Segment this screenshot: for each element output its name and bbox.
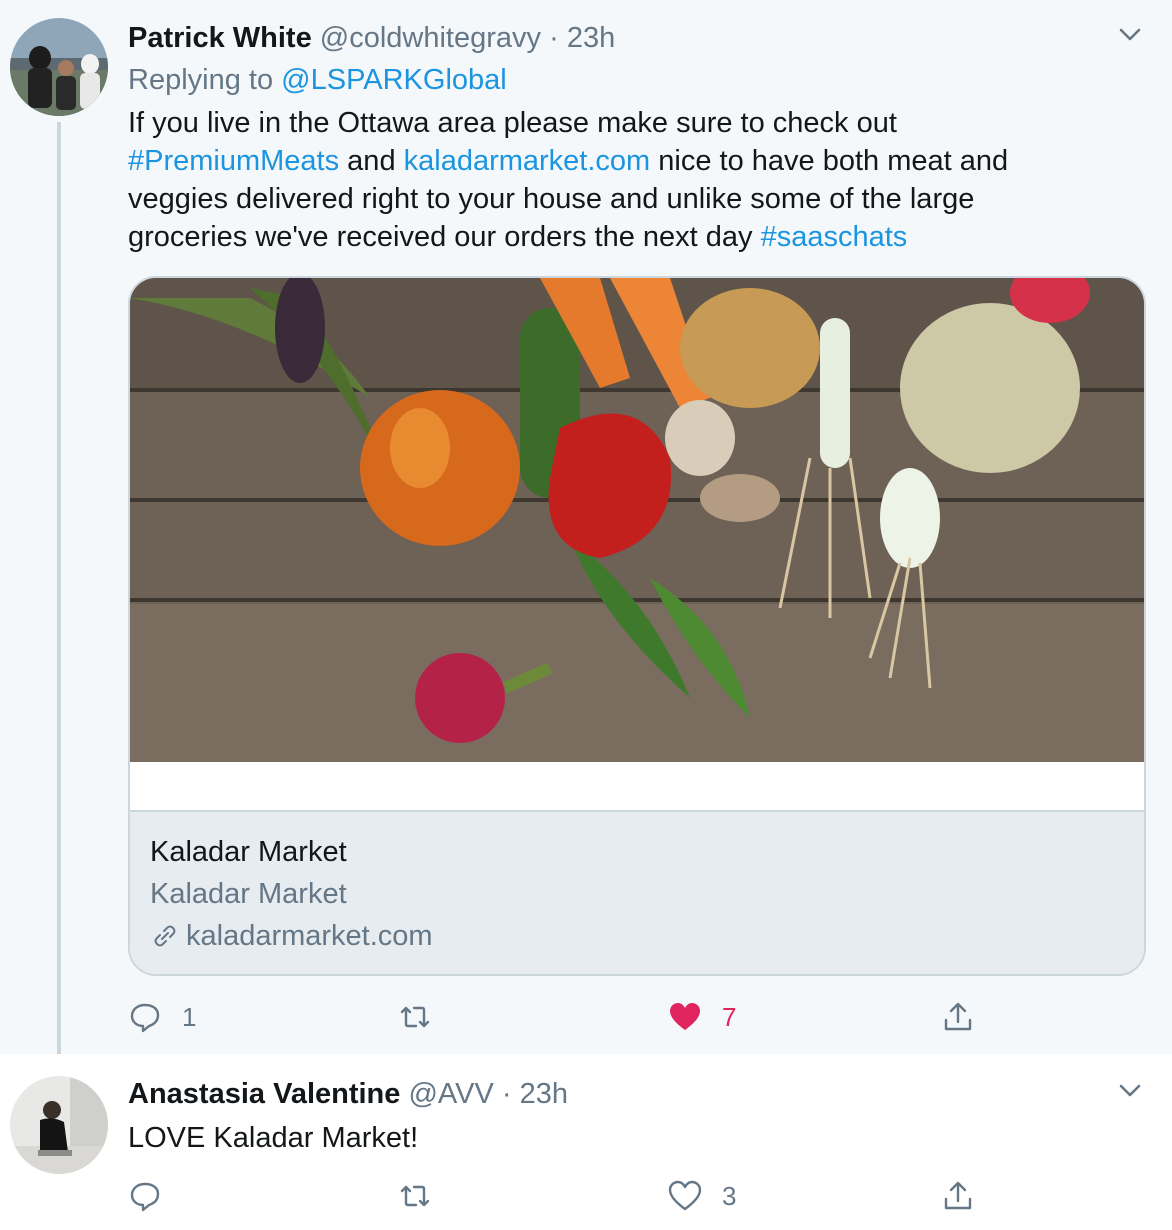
tweet-actions: 3 <box>128 1176 1128 1216</box>
reply-icon <box>128 1000 162 1034</box>
like-count: 7 <box>722 1001 737 1032</box>
tweet-anastasia-valentine[interactable]: Anastasia Valentine @AVV · 23h LOVE Kala… <box>0 1054 1172 1230</box>
separator-dot: · <box>501 1078 512 1110</box>
reply-button[interactable]: 1 <box>128 997 196 1037</box>
display-name[interactable]: Anastasia Valentine <box>128 1078 400 1110</box>
card-description: Kaladar Market <box>150 878 347 910</box>
retweet-icon <box>398 1179 432 1213</box>
body-line-1: If you live in the Ottawa area please ma… <box>128 107 897 139</box>
thread-connector-line <box>57 122 61 1066</box>
separator-dot: · <box>549 22 559 54</box>
heart-icon <box>668 1179 702 1213</box>
user-handle[interactable]: @coldwhitegravy <box>320 22 541 54</box>
link-icon <box>150 921 180 951</box>
retweet-button[interactable] <box>398 1176 452 1216</box>
link-preview-card[interactable]: Kaladar Market Kaladar Market kaladarmar… <box>128 276 1146 976</box>
user-handle[interactable]: @AVV <box>408 1078 493 1110</box>
body-text-rest: nice to have both meat and <box>650 145 1009 177</box>
body-line-4: groceries we've received our orders the … <box>128 218 1128 256</box>
share-icon <box>941 1179 975 1213</box>
share-icon <box>941 1000 975 1034</box>
hashtag-premiummeats[interactable]: #PremiumMeats <box>128 145 339 177</box>
reply-button[interactable] <box>128 1176 182 1216</box>
display-name[interactable]: Patrick White <box>128 22 312 54</box>
card-title: Kaladar Market <box>150 836 347 868</box>
reply-icon <box>128 1179 162 1213</box>
heart-icon <box>668 1000 702 1034</box>
retweet-icon <box>398 1000 432 1034</box>
timestamp[interactable]: 23h <box>567 22 615 54</box>
like-button[interactable]: 3 <box>668 1176 736 1216</box>
url-link[interactable]: kaladarmarket.com <box>404 145 651 177</box>
card-details[interactable]: Kaladar Market Kaladar Market kaladarmar… <box>130 810 1144 974</box>
avatar-patrick-white[interactable] <box>10 18 108 116</box>
share-button[interactable] <box>941 1176 975 1216</box>
card-domain-text: kaladarmarket.com <box>186 920 433 952</box>
body-text-groceries: groceries we've received our orders the … <box>128 221 761 253</box>
tweet-actions: 1 7 <box>128 997 1128 1037</box>
tweet-body: If you live in the Ottawa area please ma… <box>128 104 1128 256</box>
tweet-body: LOVE Kaladar Market! <box>128 1122 419 1154</box>
hashtag-saaschats[interactable]: #saaschats <box>761 221 908 253</box>
like-count: 3 <box>722 1180 737 1211</box>
avatar-anastasia-valentine[interactable] <box>10 1076 108 1174</box>
chevron-down-icon[interactable] <box>1114 18 1146 50</box>
timestamp[interactable]: 23h <box>520 1078 568 1110</box>
card-image-vegetables[interactable] <box>130 278 1144 762</box>
replying-handle-link[interactable]: @LSPARKGlobal <box>281 64 507 96</box>
tweet-header: Anastasia Valentine @AVV · 23h <box>128 1076 568 1112</box>
tweet-patrick-white[interactable]: Patrick White @coldwhitegravy · 23h Repl… <box>0 0 1172 1066</box>
body-text-and: and <box>339 145 404 177</box>
tweet-header: Patrick White @coldwhitegravy · 23h <box>128 20 615 56</box>
card-domain: kaladarmarket.com <box>150 918 433 954</box>
body-line-2: #PremiumMeats and kaladarmarket.com nice… <box>128 142 1128 180</box>
share-button[interactable] <box>941 997 975 1037</box>
replying-prefix: Replying to <box>128 64 282 96</box>
chevron-down-icon[interactable] <box>1114 1074 1146 1106</box>
retweet-button[interactable] <box>398 997 452 1037</box>
replying-to: Replying to @LSPARKGlobal <box>128 62 507 98</box>
like-button[interactable]: 7 <box>668 997 736 1037</box>
body-line-3: veggies delivered right to your house an… <box>128 183 975 215</box>
reply-count: 1 <box>182 1001 197 1032</box>
